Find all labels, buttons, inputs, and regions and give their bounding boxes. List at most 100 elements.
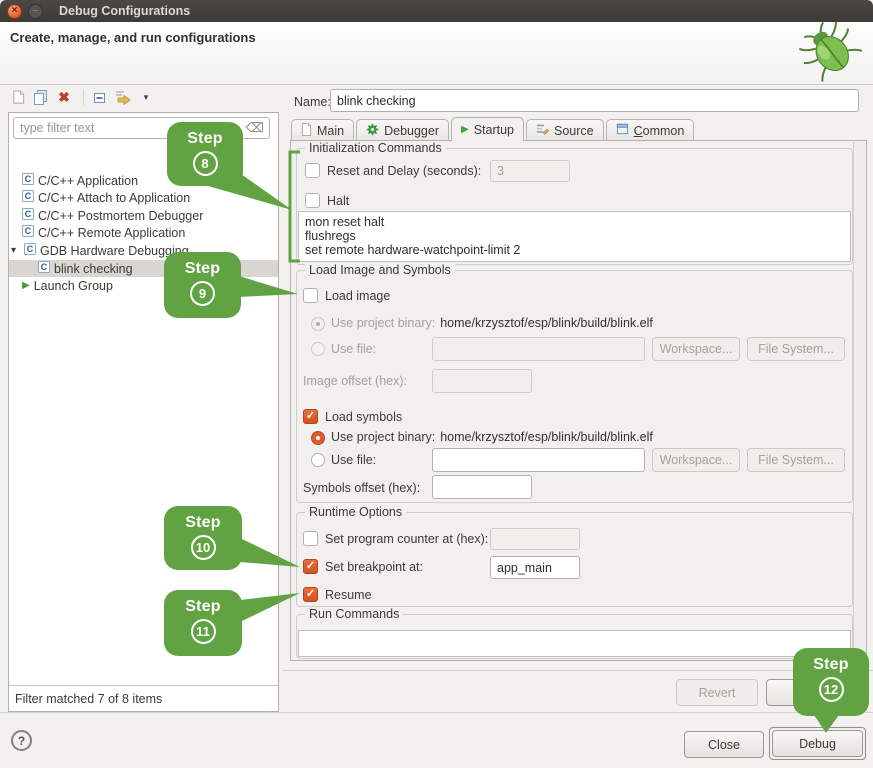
close-icon: × — [12, 6, 18, 16]
launch-group-icon: ▶ — [22, 281, 30, 291]
init-commands-textarea[interactable]: mon reset halt flushregs set remote hard… — [298, 211, 851, 262]
set-program-counter-label: Set program counter at (hex): — [325, 532, 488, 546]
group-title: Initialization Commands — [305, 141, 446, 155]
tree-item-cpp-attach[interactable]: C C/C++ Attach to Application — [9, 189, 278, 206]
debug-configurations-dialog: × – Debug Configurations Create, manage,… — [0, 0, 873, 768]
symbols-offset-label: Symbols offset (hex): — [303, 481, 420, 495]
c-application-icon: C — [22, 190, 34, 205]
tree-item-cpp-remote[interactable]: C C/C++ Remote Application — [9, 224, 278, 241]
vertical-scrollbar[interactable] — [853, 142, 865, 659]
startup-tab-content: Initialization Commands ✓ Reset and Dela… — [290, 140, 867, 661]
image-offset-input[interactable] — [432, 369, 532, 393]
step-8-callout: Step 8 — [167, 122, 243, 186]
use-file-label: Use file: — [331, 453, 376, 467]
tree-item-label: Launch Group — [34, 279, 113, 293]
tree-item-label: blink checking — [54, 262, 133, 276]
debug-button-focus-ring: Debug — [769, 727, 866, 760]
run-commands-textarea[interactable] — [298, 630, 851, 657]
dialog-subtitle: Create, manage, and run configurations — [10, 30, 256, 45]
window-minimize-button[interactable]: – — [28, 4, 43, 19]
window-close-button[interactable]: × — [7, 4, 22, 19]
image-file-input[interactable] — [432, 337, 645, 361]
window-title: Debug Configurations — [59, 4, 190, 18]
c-application-icon: C — [22, 225, 34, 240]
image-workspace-button[interactable]: Workspace... — [652, 337, 740, 361]
tab-label: Main — [317, 124, 344, 138]
tab-label: Source — [554, 124, 594, 138]
resume-checkbox[interactable]: ✓ — [303, 587, 318, 602]
tab-common[interactable]: Common — [606, 119, 695, 141]
load-symbols-checkbox[interactable]: ✓ — [303, 409, 318, 424]
image-filesystem-button[interactable]: File System... — [747, 337, 845, 361]
toolbar-menu-caret-icon[interactable]: ▾ — [136, 88, 156, 106]
step-12-callout: Step 12 — [793, 648, 869, 716]
symbols-file-input[interactable] — [432, 448, 645, 472]
title-bar: × – Debug Configurations — [0, 0, 873, 22]
symbols-use-project-binary-radio[interactable] — [311, 431, 325, 445]
use-project-binary-label: Use project binary: — [331, 316, 435, 330]
revert-button[interactable]: Revert — [676, 679, 758, 706]
callout-number: 10 — [191, 535, 216, 560]
symbols-filesystem-button[interactable]: File System... — [747, 448, 845, 472]
svg-text:C: C — [27, 244, 34, 254]
tree-item-cpp-postmortem[interactable]: C C/C++ Postmortem Debugger — [9, 207, 278, 224]
image-project-binary-row: Use project binary: home/krzysztof/esp/b… — [331, 316, 653, 330]
c-application-icon: C — [38, 261, 50, 276]
breakpoint-input[interactable] — [490, 556, 580, 579]
clear-filter-icon[interactable]: ⌫ — [246, 120, 264, 136]
resume-label: Resume — [325, 588, 372, 602]
filter-launch-configurations-icon[interactable] — [113, 88, 133, 106]
help-button[interactable]: ? — [11, 730, 32, 751]
collapse-all-icon[interactable] — [90, 88, 110, 106]
svg-text:C: C — [25, 191, 32, 201]
callout-label: Step — [813, 656, 848, 674]
tree-item-label: C/C++ Attach to Application — [38, 191, 190, 205]
symbols-project-binary-row: Use project binary: home/krzysztof/esp/b… — [331, 430, 653, 444]
tree-item-label: GDB Hardware Debugging — [40, 244, 189, 258]
configurations-toolbar: ✖ ▾ — [8, 86, 159, 108]
image-offset-label: Image offset (hex): — [303, 374, 407, 388]
group-title: Runtime Options — [305, 505, 406, 519]
toolbar-separator — [83, 89, 84, 105]
minimize-icon: – — [33, 6, 39, 16]
tab-source[interactable]: Source — [526, 119, 604, 141]
set-breakpoint-checkbox[interactable]: ✓ — [303, 559, 318, 574]
set-program-counter-checkbox[interactable]: ✓ — [303, 531, 318, 546]
image-use-project-binary-radio[interactable] — [311, 317, 325, 331]
load-image-checkbox[interactable]: ✓ — [303, 288, 318, 303]
tab-debugger[interactable]: Debugger — [356, 119, 449, 141]
button-bar-separator — [283, 670, 873, 671]
symbols-offset-input[interactable] — [432, 475, 532, 499]
group-title: Run Commands — [305, 607, 403, 621]
use-project-binary-label: Use project binary: — [331, 430, 435, 444]
symbols-workspace-button[interactable]: Workspace... — [652, 448, 740, 472]
new-configuration-icon[interactable] — [8, 88, 28, 106]
halt-checkbox[interactable]: ✓ — [305, 193, 320, 208]
close-button[interactable]: Close — [684, 731, 764, 758]
image-use-file-radio[interactable] — [311, 342, 325, 356]
load-symbols-label: Load symbols — [325, 410, 402, 424]
svg-text:C: C — [41, 262, 48, 272]
step-11-callout: Step 11 — [164, 590, 242, 656]
c-application-icon: C — [22, 173, 34, 188]
callout-number: 8 — [193, 151, 218, 176]
tab-main[interactable]: Main — [291, 119, 354, 141]
reset-delay-input[interactable] — [490, 160, 570, 182]
debug-button[interactable]: Debug — [772, 730, 863, 757]
filter-status: Filter matched 7 of 8 items — [9, 685, 278, 711]
callout-label: Step — [187, 130, 222, 148]
symbols-use-file-radio[interactable] — [311, 453, 325, 467]
program-counter-input[interactable] — [490, 528, 580, 550]
name-input[interactable] — [330, 89, 859, 112]
callout-number: 12 — [819, 677, 844, 702]
reset-and-delay-checkbox[interactable]: ✓ — [305, 163, 320, 178]
tab-startup[interactable]: ▶ Startup — [451, 117, 524, 141]
initialization-commands-group: Initialization Commands ✓ Reset and Dela… — [296, 148, 853, 265]
duplicate-configuration-icon[interactable] — [31, 88, 51, 106]
runtime-options-group: Runtime Options ✓ Set program counter at… — [296, 512, 853, 607]
document-icon — [301, 123, 312, 139]
callout-label: Step — [185, 514, 220, 532]
expanded-arrow-icon[interactable]: ▾ — [11, 245, 20, 256]
delete-configuration-icon[interactable]: ✖ — [54, 88, 74, 106]
project-binary-path: home/krzysztof/esp/blink/build/blink.elf — [440, 316, 653, 330]
